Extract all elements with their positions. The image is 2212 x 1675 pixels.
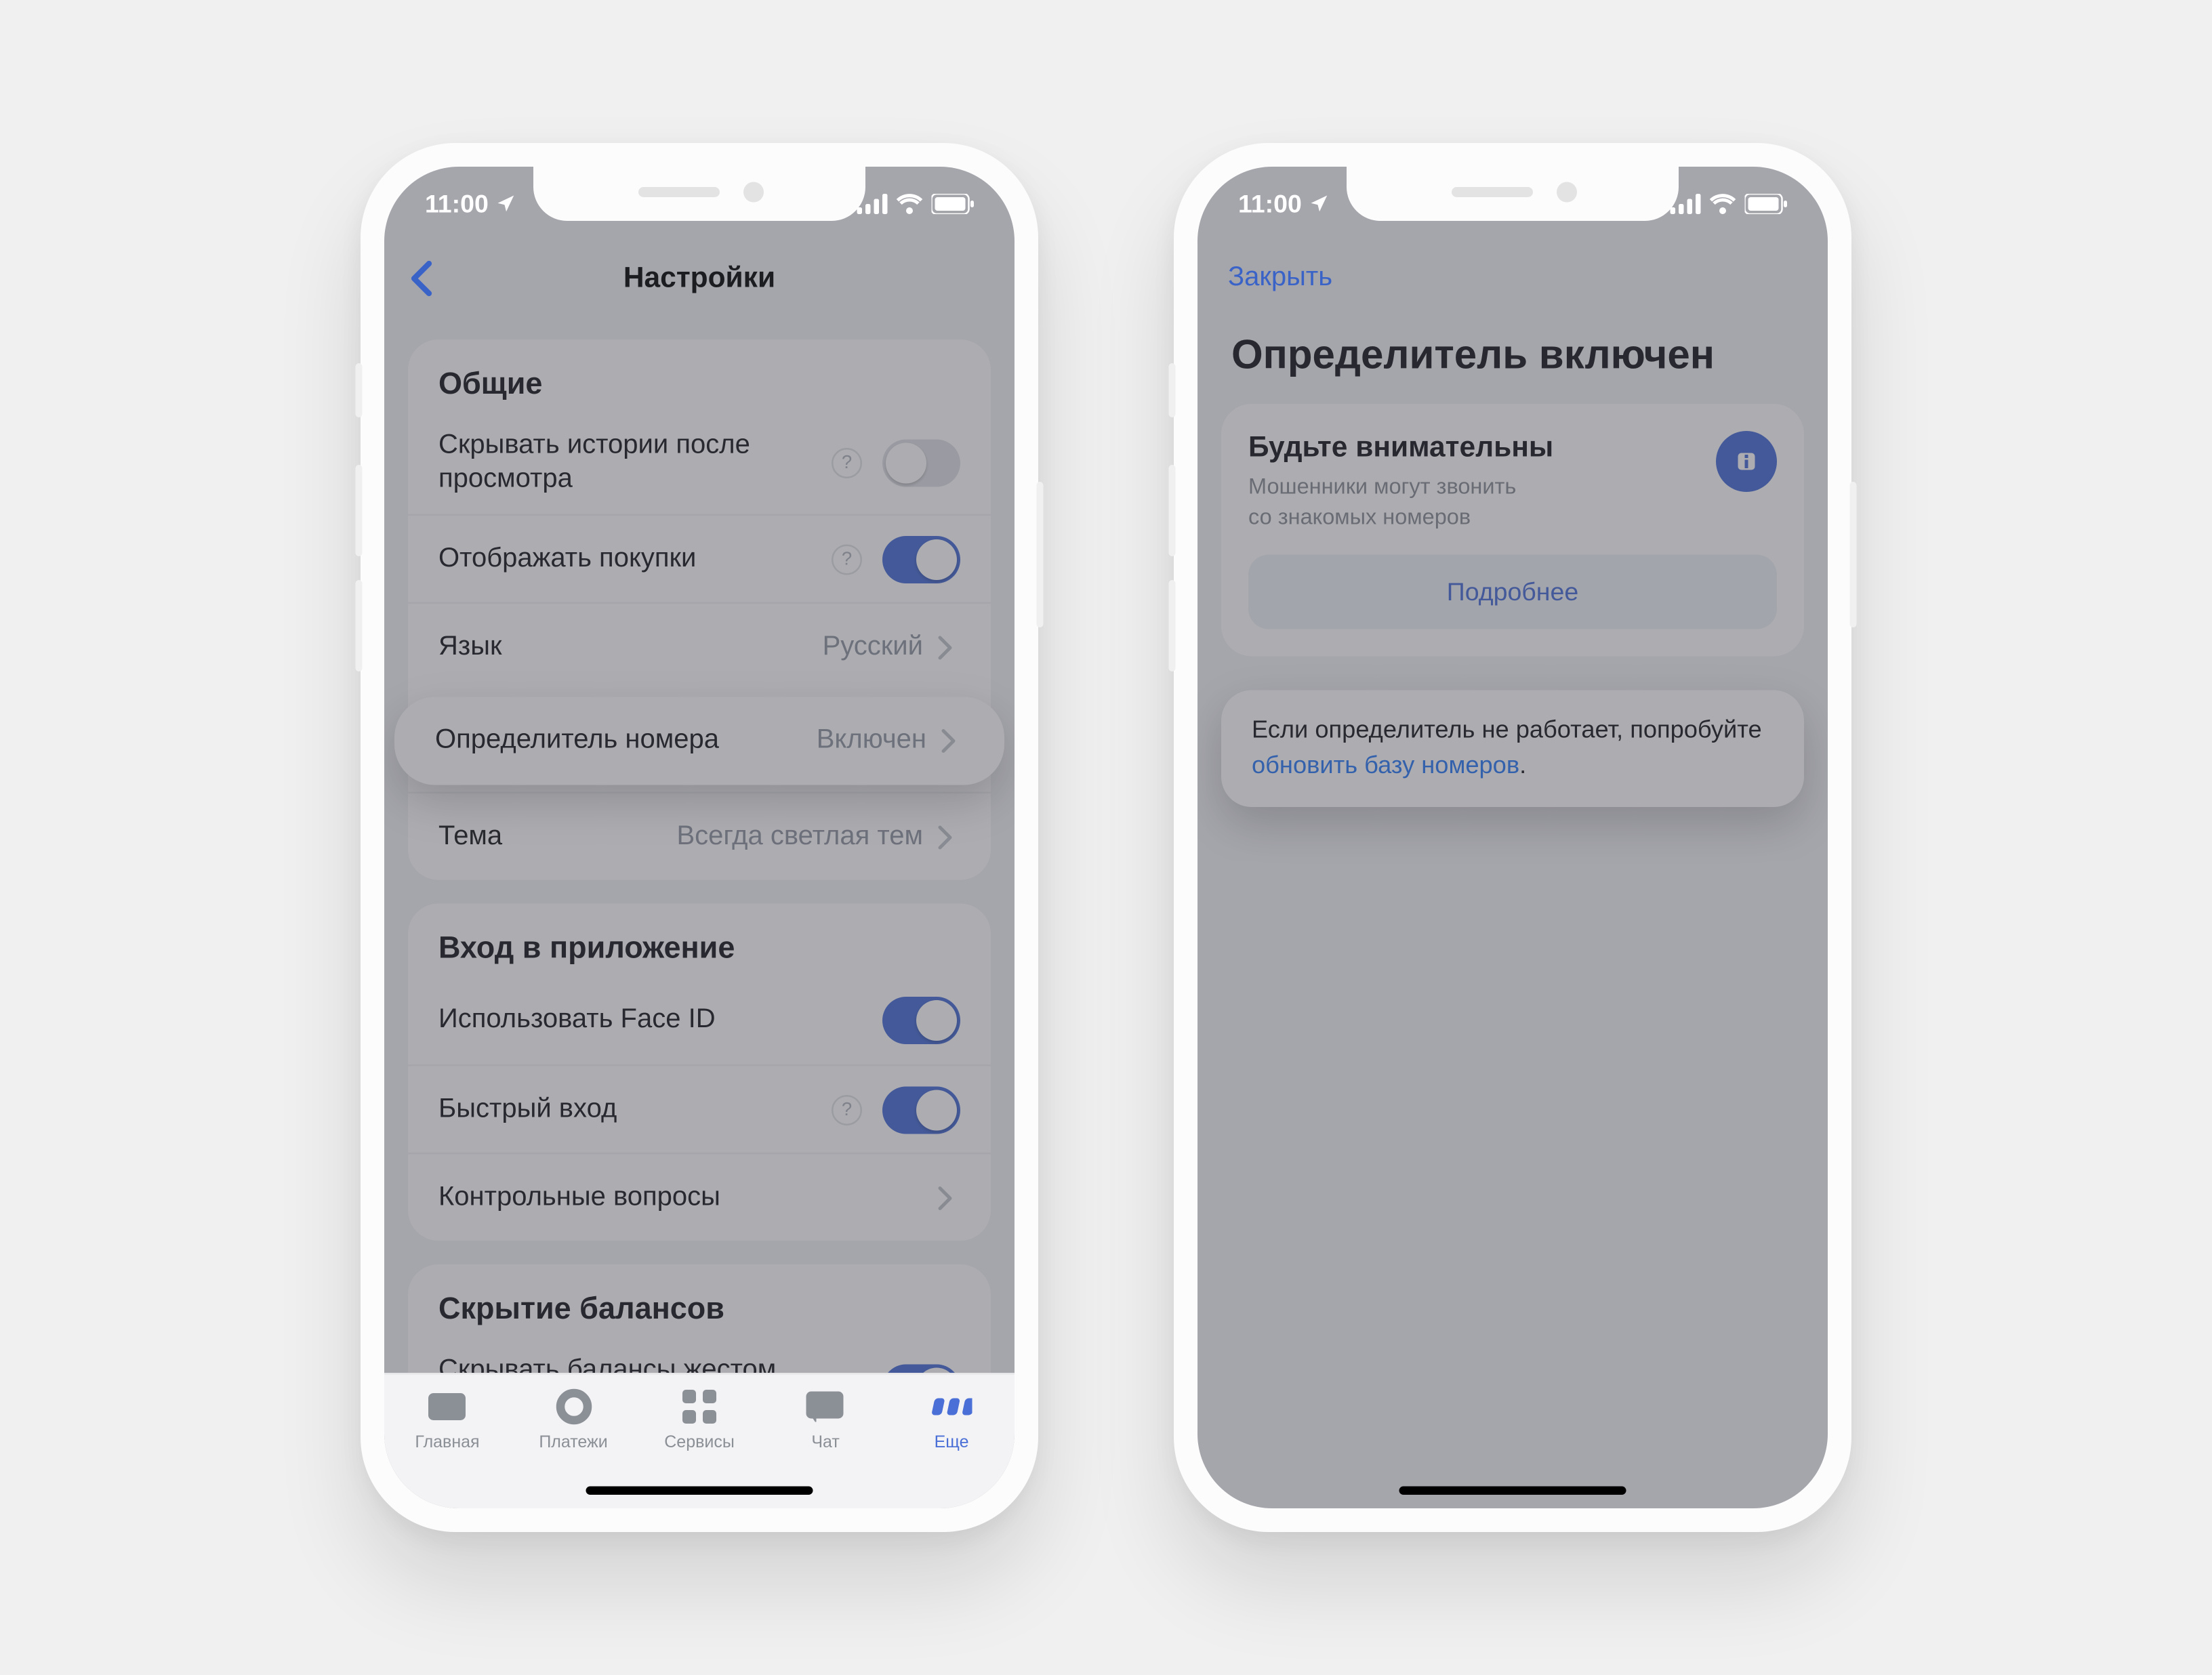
circle-icon (552, 1385, 596, 1429)
row-language[interactable]: Язык Русский (408, 602, 991, 690)
toggle-hide-stories[interactable] (882, 440, 960, 487)
update-database-link[interactable]: обновить базу номеров (1252, 752, 1519, 779)
phone-mockup-caller-id: 11:00 Закрыть Определитель включен (1174, 143, 1851, 1532)
toggle-show-purchases[interactable] (882, 535, 960, 583)
toggle-hide-balances[interactable] (882, 1365, 960, 1373)
info-icon (1716, 431, 1777, 492)
phone-side-button (356, 465, 363, 556)
help-icon[interactable]: ? (832, 448, 862, 478)
tab-label: Платежи (539, 1434, 607, 1453)
row-hide-stories[interactable]: Скрывать истории после просмотра ? (408, 413, 991, 514)
status-time: 11:00 (425, 190, 489, 219)
chevron-right-icon (930, 632, 960, 662)
row-value: Включен (817, 726, 926, 756)
general-settings-card: Общие Скрывать истории после просмотра ?… (408, 339, 991, 880)
row-show-purchases[interactable]: Отображать покупки ? (408, 514, 991, 602)
row-hide-balances-shake[interactable]: Скрывать балансы жестом переворота (408, 1338, 991, 1373)
toggle-faceid[interactable] (882, 997, 960, 1044)
row-label: Скрывать истории после просмотра (438, 430, 832, 497)
battery-icon (932, 194, 975, 214)
row-caller-id[interactable]: Определитель номера Включен (394, 697, 1004, 785)
row-label: Язык (438, 630, 823, 664)
page-title: Определитель включен (1221, 316, 1804, 404)
hint-text: . (1519, 752, 1526, 779)
row-security-questions[interactable]: Контрольные вопросы (408, 1153, 991, 1241)
login-settings-card: Вход в приложение Использовать Face ID Б… (408, 904, 991, 1241)
nav-title: Настройки (384, 262, 1015, 295)
alert-description: Мошенники могут звонить со знакомых номе… (1248, 472, 1702, 532)
phone-side-button (1850, 482, 1857, 627)
chat-icon (804, 1385, 848, 1429)
row-value: Русский (823, 632, 923, 662)
help-icon[interactable]: ? (832, 543, 862, 574)
chevron-right-icon (933, 726, 964, 756)
row-label: Определитель номера (435, 724, 817, 758)
card-icon (426, 1385, 470, 1429)
wifi-icon (896, 194, 923, 214)
phone-side-button (1169, 580, 1176, 671)
alert-card: Будьте внимательны Мошенники могут звони… (1221, 404, 1804, 657)
battery-icon (1745, 194, 1788, 214)
home-indicator[interactable] (1399, 1487, 1626, 1495)
section-title-general: Общие (408, 339, 991, 413)
grid-icon (678, 1385, 722, 1429)
help-icon[interactable]: ? (832, 1094, 862, 1125)
row-quick-login[interactable]: Быстрый вход ? (408, 1064, 991, 1153)
tab-label: Чат (811, 1434, 839, 1453)
hint-bubble: Если определитель не работает, попробуйт… (1221, 691, 1804, 807)
status-time: 11:00 (1238, 190, 1302, 219)
tab-label: Главная (415, 1434, 479, 1453)
tab-more[interactable]: Еще (888, 1385, 1015, 1509)
row-faceid[interactable]: Использовать Face ID (408, 976, 991, 1064)
row-label: Скрывать балансы жестом переворота (438, 1355, 882, 1373)
location-icon (495, 194, 516, 214)
phone-mockup-settings: 11:00 Настройки Общие (361, 143, 1038, 1532)
phone-side-button (1169, 465, 1176, 556)
wifi-icon (1709, 194, 1736, 214)
phone-notch (1347, 167, 1679, 221)
chevron-right-icon (930, 821, 960, 852)
chevron-right-icon (930, 1182, 960, 1213)
tab-home[interactable]: Главная (384, 1385, 510, 1509)
more-icon (930, 1385, 974, 1429)
row-label: Быстрый вход (438, 1092, 832, 1126)
phone-side-button (356, 580, 363, 671)
row-theme[interactable]: Тема Всегда светлая тем (408, 792, 991, 880)
row-label: Тема (438, 820, 676, 854)
row-label: Контрольные вопросы (438, 1180, 923, 1214)
row-label: Использовать Face ID (438, 1004, 882, 1037)
row-value: Всегда светлая тем (676, 821, 923, 852)
row-label: Отображать покупки (438, 542, 832, 576)
toggle-quick-login[interactable] (882, 1085, 960, 1133)
phone-side-button (356, 363, 363, 417)
hide-balances-card: Скрытие балансов Скрывать балансы жестом… (408, 1264, 991, 1373)
location-icon (1309, 194, 1329, 214)
home-indicator[interactable] (586, 1487, 813, 1495)
tab-label: Еще (935, 1434, 969, 1453)
phone-side-button (1169, 363, 1176, 417)
section-title-login: Вход в приложение (408, 904, 991, 977)
hint-text: Если определитель не работает, попробуйт… (1252, 718, 1762, 745)
close-button[interactable]: Закрыть (1197, 241, 1363, 316)
alert-title: Будьте внимательны (1248, 431, 1702, 466)
section-title-hide-balances: Скрытие балансов (408, 1264, 991, 1338)
phone-side-button (1037, 482, 1044, 627)
tab-label: Сервисы (664, 1434, 735, 1453)
more-button[interactable]: Подробнее (1248, 556, 1777, 630)
phone-notch (533, 167, 865, 221)
